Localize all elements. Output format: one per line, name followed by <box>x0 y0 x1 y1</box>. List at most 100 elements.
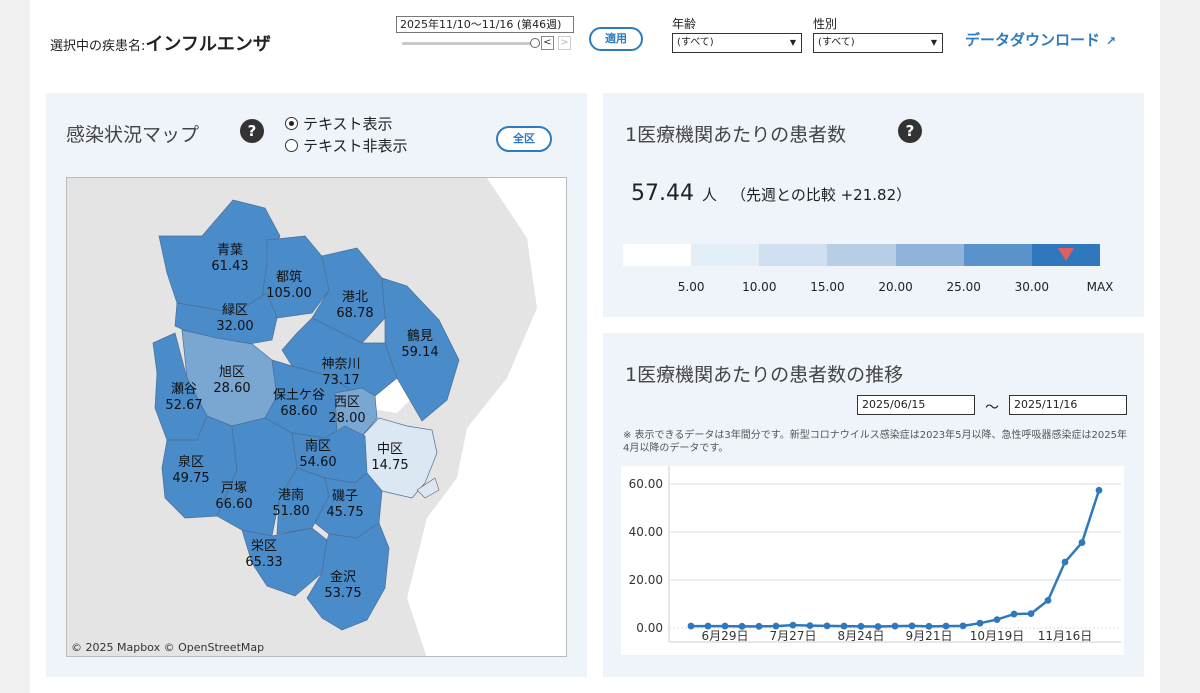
ward-value: 68.78 <box>336 306 373 321</box>
radio-text-show[interactable]: テキスト表示 <box>285 113 393 134</box>
data-point <box>908 622 916 630</box>
x-tick-label: 8月24日 <box>838 629 885 643</box>
map-canvas[interactable]: 青葉 61.43 都筑 105.00 港北 68.78 緑区 32.00 鶴見 59.14… <box>66 177 567 657</box>
week-slider-handle[interactable] <box>530 38 540 48</box>
ward-label-hodogaya: 保土ケ谷 68.60 <box>273 388 325 419</box>
disease-label: 選択中の疾患名: <box>50 39 146 54</box>
current-value-number: 57.44 <box>631 181 694 206</box>
help-icon[interactable]: ? <box>898 119 922 143</box>
color-scale-labels: 5.00 10.00 15.00 20.00 25.00 30.00 MAX <box>623 280 1114 296</box>
scale-segment <box>895 244 964 266</box>
caret-down-icon: ▼ <box>789 38 796 47</box>
chevron-right-icon[interactable]: > <box>558 36 571 50</box>
radio-text-hide[interactable]: テキスト非表示 <box>285 135 408 156</box>
age-select-value: (すべて) <box>677 37 714 48</box>
ward-value: 52.67 <box>165 398 202 413</box>
apply-button[interactable]: 適用 <box>589 27 643 51</box>
sex-select-value: (すべて) <box>818 37 855 48</box>
sex-select[interactable]: (すべて) ▼ <box>813 33 943 53</box>
data-point <box>704 622 712 630</box>
ward-name: 泉区 <box>178 454 204 470</box>
data-point <box>1044 597 1052 604</box>
radio-unselected-icon <box>285 139 298 152</box>
caret-down-icon: ▼ <box>930 38 937 47</box>
data-point <box>959 622 967 630</box>
data-point <box>1095 486 1103 494</box>
current-value: 57.44 人 （先週との比較 +21.82） <box>631 181 911 206</box>
y-tick-label: 0.00 <box>636 621 663 635</box>
ward-name: 港南 <box>278 487 304 503</box>
ward-value: 53.75 <box>324 586 361 601</box>
ward-value: 32.00 <box>216 319 253 334</box>
data-download-link[interactable]: データダウンロード ↗ <box>965 29 1116 50</box>
age-select[interactable]: (すべて) ▼ <box>672 33 802 53</box>
data-point <box>942 622 950 630</box>
scale-label: 15.00 <box>810 280 845 294</box>
ward-name: 都筑 <box>276 269 302 285</box>
current-level-marker <box>1057 248 1074 261</box>
data-point <box>789 621 797 629</box>
ward-name: 緑区 <box>222 303 248 318</box>
week-comparison: （先週との比較 +21.82） <box>731 186 912 204</box>
ward-name: 旭区 <box>219 365 245 380</box>
end-date-input[interactable]: 2025/11/16 <box>1009 395 1127 415</box>
scale-segment <box>827 244 896 266</box>
scale-label: 10.00 <box>742 280 777 294</box>
ward-name: 戸塚 <box>221 481 247 496</box>
ward-name: 栄区 <box>251 539 277 554</box>
external-link-icon: ↗ <box>1106 34 1117 48</box>
data-point <box>738 622 746 630</box>
age-label: 年齢 <box>672 17 697 31</box>
trend-chart: 0.00 20.00 40.00 60.00 6月29日 7月27日 8月24日 9月21日 1… <box>621 466 1124 655</box>
ward-value: 73.17 <box>322 373 359 388</box>
scale-segment <box>963 244 1032 266</box>
ward-name: 中区 <box>377 442 403 457</box>
ward-value: 61.43 <box>211 259 248 274</box>
infection-map-panel: 感染状況マップ ? テキスト表示 テキスト非表示 全区 青葉 61.43 都筑 … <box>46 93 587 677</box>
data-point <box>993 616 1001 623</box>
ward-value: 105.00 <box>266 286 312 301</box>
x-tick-label: 11月16日 <box>1038 629 1093 643</box>
help-icon[interactable]: ? <box>240 119 264 143</box>
disease-name: インフルエンザ <box>145 34 271 55</box>
ward-value: 51.80 <box>272 504 309 519</box>
data-point <box>806 622 814 629</box>
data-point <box>874 623 882 630</box>
ward-name: 西区 <box>334 395 360 410</box>
scale-label: 30.00 <box>1014 280 1050 294</box>
data-point <box>721 622 729 630</box>
week-slider-track[interactable] <box>402 42 536 45</box>
ward-name: 金沢 <box>330 569 356 585</box>
trend-title: 1医療機関あたりの患者数の推移 <box>625 364 904 386</box>
sex-label: 性別 <box>813 17 838 31</box>
x-tick-label: 9月21日 <box>906 629 953 643</box>
y-tick-label: 60.00 <box>629 477 663 491</box>
data-point <box>687 622 695 630</box>
ward-label-kanagawa: 神奈川 73.17 <box>321 357 360 388</box>
ward-name: 保土ケ谷 <box>273 388 325 403</box>
ward-name: 鶴見 <box>407 328 433 344</box>
page: 選択中の疾患名:インフルエンザ 2025年11/10〜11/16 (第46週) … <box>30 0 1160 693</box>
map-panel-title: 感染状況マップ <box>66 124 200 146</box>
all-wards-button[interactable]: 全区 <box>496 126 552 152</box>
data-point <box>1010 610 1018 618</box>
data-point <box>925 622 933 630</box>
per-facility-title: 1医療機関あたりの患者数 <box>625 124 847 146</box>
current-value-unit: 人 <box>701 186 717 204</box>
ward-value: 68.60 <box>280 404 317 419</box>
chevron-left-icon[interactable]: < <box>541 36 554 50</box>
data-point <box>772 622 780 630</box>
start-date-input[interactable]: 2025/06/15 <box>857 395 975 415</box>
radio-text-show-label: テキスト表示 <box>303 115 393 133</box>
ward-value: 66.60 <box>215 497 252 512</box>
ward-value: 28.60 <box>213 381 250 396</box>
radio-selected-icon <box>285 117 298 130</box>
ward-name: 神奈川 <box>321 357 360 372</box>
ward-name: 南区 <box>305 438 331 454</box>
scale-label: 25.00 <box>946 280 981 294</box>
scale-label: 20.00 <box>878 280 913 294</box>
data-availability-note: ※ 表示できるデータは3年間分です。新型コロナウイルス感染症は2023年5月以降… <box>623 430 1127 454</box>
scale-segment <box>623 244 692 266</box>
x-tick-label: 6月29日 <box>702 629 749 643</box>
ward-value: 14.75 <box>371 458 408 473</box>
